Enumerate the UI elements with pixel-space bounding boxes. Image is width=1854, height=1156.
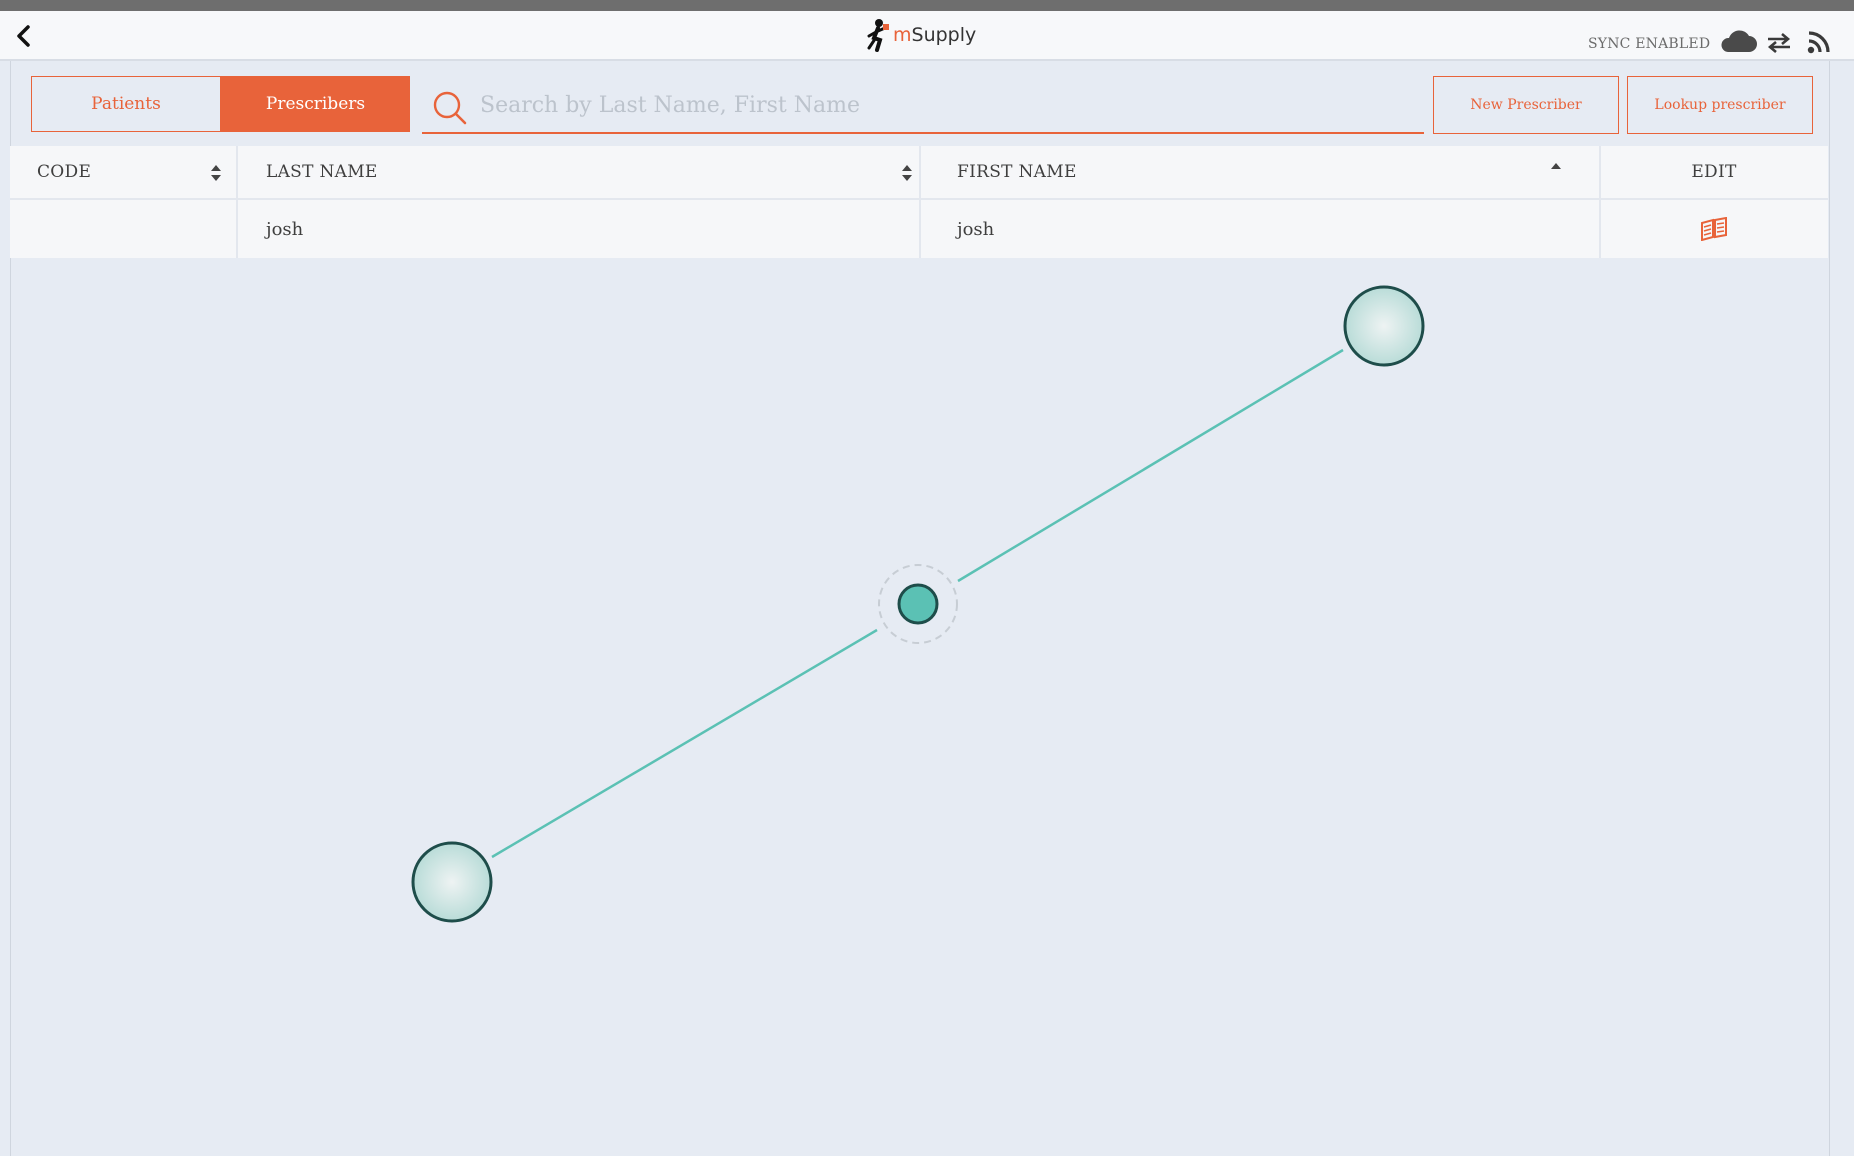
- gesture-overlay: [411, 285, 1425, 923]
- touch-point: [1343, 285, 1425, 367]
- touch-point: [411, 841, 493, 923]
- gesture-line: [957, 348, 1344, 583]
- gesture-center-point: [897, 583, 939, 625]
- gesture-line: [491, 628, 878, 859]
